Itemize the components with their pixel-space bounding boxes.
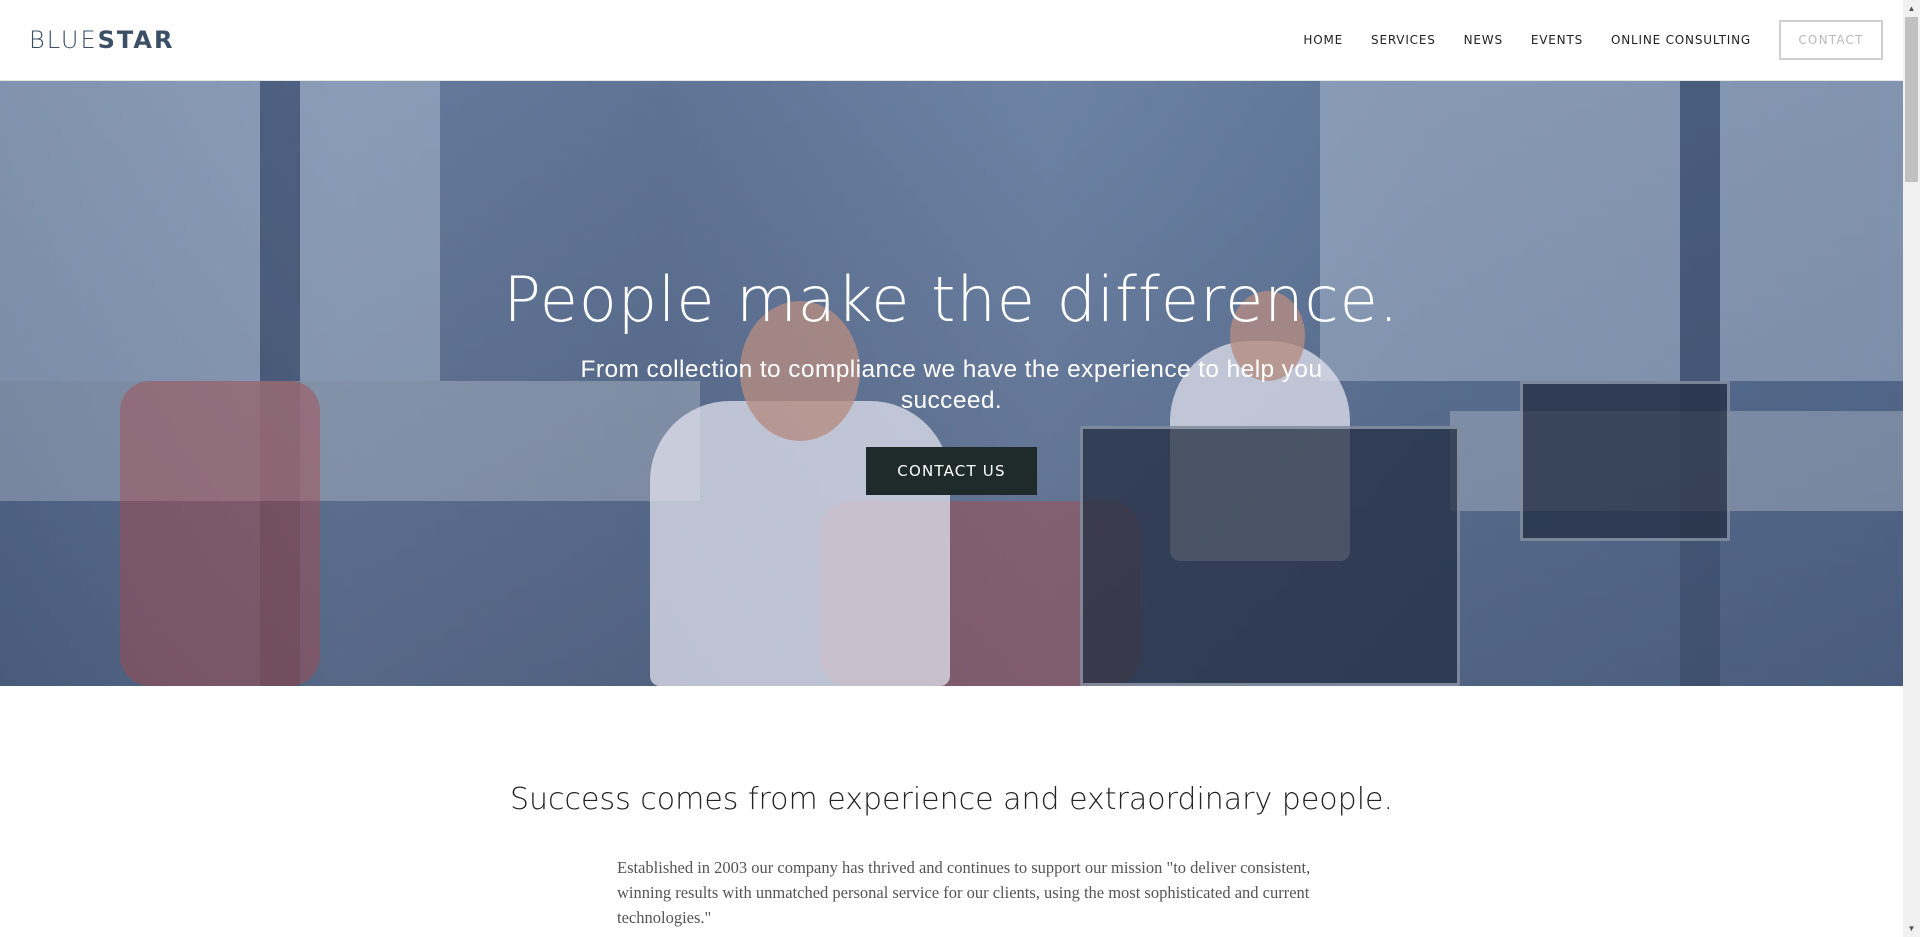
hero-subtitle: From collection to compliance we have th… [580, 356, 1323, 414]
about-body: Established in 2003 our company has thri… [617, 858, 1311, 927]
contact-button[interactable]: CONTACT [1779, 20, 1883, 60]
nav-item-online-consulting[interactable]: ONLINE CONSULTING [1611, 33, 1751, 47]
main-nav: HOME SERVICES NEWS EVENTS ONLINE CONSULT… [1275, 20, 1883, 60]
nav-item-services[interactable]: SERVICES [1371, 33, 1436, 47]
scroll-up-icon[interactable]: ▲ [1903, 0, 1920, 17]
contact-us-button[interactable]: CONTACT US [866, 447, 1037, 495]
nav-item-home[interactable]: HOME [1303, 33, 1343, 47]
nav-item-events[interactable]: EVENTS [1531, 33, 1583, 47]
hero-banner: People make the difference. From collect… [0, 81, 1903, 686]
about-heading: Success comes from experience and extrao… [509, 782, 1394, 817]
page-scrollbar[interactable]: ▲ ▼ [1903, 0, 1920, 937]
logo-text-light: BLUE [29, 26, 98, 54]
logo-text-bold: STAR [97, 26, 175, 54]
scrollbar-thumb[interactable] [1905, 17, 1918, 182]
nav-item-news[interactable]: NEWS [1464, 33, 1503, 47]
hero-title: People make the difference. [503, 263, 1400, 336]
site-header: BLUESTAR HOME SERVICES NEWS EVENTS ONLIN… [0, 0, 1903, 81]
hero-content: People make the difference. From collect… [0, 81, 1903, 686]
brand-logo[interactable]: BLUESTAR [29, 26, 174, 54]
scroll-down-icon[interactable]: ▼ [1903, 920, 1920, 937]
